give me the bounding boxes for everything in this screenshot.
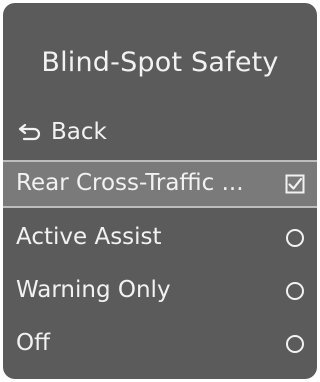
radio-unchecked-icon[interactable] (285, 228, 305, 248)
menu-item-off[interactable]: Off (3, 321, 317, 367)
back-button[interactable]: Back (18, 116, 107, 148)
radio-unchecked-icon[interactable] (285, 281, 305, 301)
back-arrow-icon (18, 123, 41, 141)
checkbox-checked-icon[interactable] (285, 174, 305, 194)
menu-item-label: Rear Cross-Traffic ... (16, 170, 244, 196)
settings-screen: Blind-Spot Safety Back Rear Cross-Traffi… (3, 3, 317, 379)
menu-item-active-assist[interactable]: Active Assist (3, 215, 317, 261)
page-title: Blind-Spot Safety (41, 47, 279, 78)
menu-item-rear-cross-traffic[interactable]: Rear Cross-Traffic ... (3, 160, 317, 208)
menu-item-label: Active Assist (16, 224, 162, 250)
menu-item-label: Off (16, 330, 50, 356)
menu-item-warning-only[interactable]: Warning Only (3, 268, 317, 314)
menu-item-label: Warning Only (16, 277, 171, 303)
back-label: Back (51, 119, 107, 145)
radio-unchecked-icon[interactable] (285, 334, 305, 354)
